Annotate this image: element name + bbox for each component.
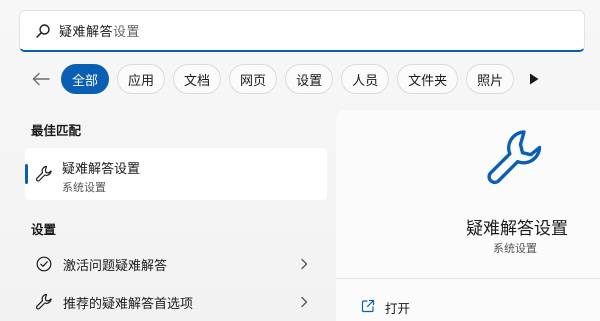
back-arrow-icon[interactable]	[27, 65, 55, 93]
filter-chip-people[interactable]: 人员	[341, 64, 390, 94]
filter-chip-all[interactable]: 全部	[61, 64, 110, 94]
filter-chip-settings[interactable]: 设置	[285, 64, 334, 94]
detail-panel: 疑难解答设置 系统设置 打开	[336, 110, 600, 321]
settings-item-label: 激活问题疑难解答	[63, 258, 168, 274]
search-query-typed: 疑难解答	[59, 25, 114, 40]
search-query-rest: 设置	[113, 25, 141, 40]
selection-indicator	[25, 164, 28, 184]
filter-chip-web[interactable]: 网页	[229, 64, 278, 94]
filter-chip-documents[interactable]: 文档	[173, 64, 222, 94]
filter-chip-folders[interactable]: 文件夹	[397, 64, 459, 94]
wrench-icon	[35, 293, 53, 311]
search-icon	[35, 23, 51, 39]
search-box[interactable]: 疑难解答设置	[19, 10, 585, 52]
settings-item-activate-troubleshoot[interactable]: 激活问题疑难解答	[25, 246, 327, 282]
circle-check-icon	[35, 255, 53, 273]
best-match-subtitle: 系统设置	[62, 181, 106, 194]
detail-title: 疑难解答设置	[466, 219, 568, 239]
open-action[interactable]: 打开	[361, 298, 410, 317]
divider	[336, 278, 600, 279]
search-window: 疑难解答设置 全部 应用 文档 网页 设置 人员 文件夹 照片 最佳匹配 疑难解…	[0, 0, 600, 321]
wrench-icon	[483, 127, 547, 191]
detail-subtitle: 系统设置	[493, 242, 537, 255]
settings-item-recommended-troubleshoot[interactable]: 推荐的疑难解答首选项	[25, 284, 327, 320]
open-external-icon	[361, 298, 375, 317]
wrench-icon	[35, 165, 53, 183]
play-more-icon[interactable]	[524, 69, 544, 89]
filter-bar: 全部 应用 文档 网页 设置 人员 文件夹 照片	[27, 63, 587, 95]
settings-heading: 设置	[31, 222, 57, 237]
chevron-right-icon	[297, 295, 311, 309]
search-input[interactable]: 疑难解答设置	[59, 21, 140, 40]
chevron-right-icon	[297, 257, 311, 271]
best-match-item[interactable]: 疑难解答设置 系统设置	[25, 148, 327, 200]
best-match-heading: 最佳匹配	[31, 123, 82, 138]
open-action-label: 打开	[385, 301, 411, 316]
filter-chip-photos[interactable]: 照片	[466, 64, 515, 94]
filter-chip-apps[interactable]: 应用	[117, 64, 166, 94]
best-match-title: 疑难解答设置	[62, 162, 141, 177]
settings-item-label: 推荐的疑难解答首选项	[63, 296, 194, 312]
